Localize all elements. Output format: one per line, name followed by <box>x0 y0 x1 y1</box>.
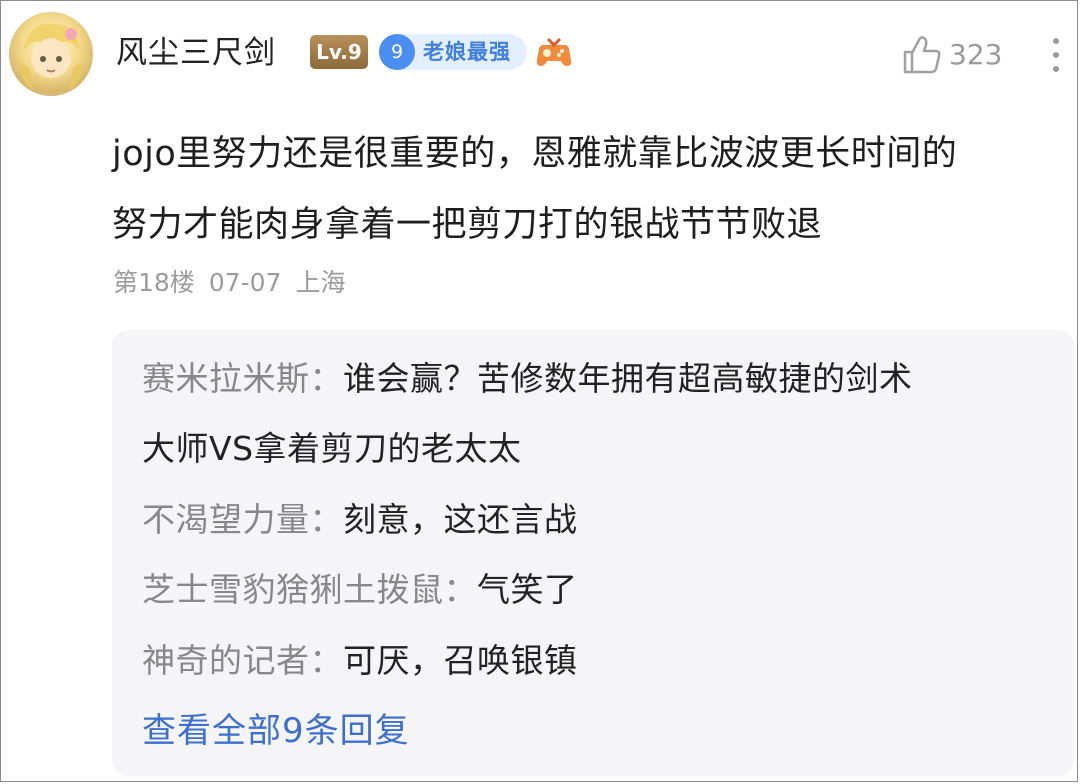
reply-list[interactable]: 赛米拉米斯：谁会赢？苦修数年拥有超高敏捷的剑术 大师VS拿着剪刀的老太太 不渴望… <box>112 330 1074 776</box>
floor-number: 第18楼 <box>113 268 195 297</box>
reply-item[interactable]: 神奇的记者：可厌，召唤银镇 <box>142 626 1062 696</box>
reply-text: 可厌，召唤银镇 <box>343 641 578 680</box>
view-all-replies-link[interactable]: 查看全部9条回复 <box>142 696 410 766</box>
level-badge: Lv.9 <box>310 35 368 69</box>
fan-badge[interactable]: 9 老娘最强 <box>379 34 527 70</box>
thumbs-up-icon[interactable] <box>901 34 943 76</box>
comment-card: 风尘三尺剑 Lv.9 9 老娘最强 323 jojo里努力还是很重要的，恩雅就靠… <box>0 0 1078 782</box>
fan-badge-name: 老娘最强 <box>423 40 511 64</box>
post-date: 07-07 <box>208 268 282 297</box>
comment-content[interactable]: jojo里努力还是很重要的，恩雅就靠比波波更长时间的 努力才能肉身拿着一把剪刀打… <box>112 119 1072 261</box>
reply-author[interactable]: 神奇的记者： <box>142 641 343 680</box>
ip-location: 上海 <box>295 268 346 297</box>
reply-author[interactable]: 赛米拉米斯： <box>142 359 343 398</box>
gamepad-icon <box>536 37 572 66</box>
comment-line: 努力才能肉身拿着一把剪刀打的银战节节败退 <box>112 205 823 245</box>
reply-text: 刻意，这还言战 <box>343 500 578 539</box>
comment-line: jojo里努力还是很重要的，恩雅就靠比波波更长时间的 <box>112 134 958 174</box>
like-count: 323 <box>949 38 1003 71</box>
avatar[interactable] <box>9 12 93 96</box>
comment-meta: 第18楼 07-07 上海 <box>113 263 359 303</box>
reply-text: 气笑了 <box>477 570 578 609</box>
username[interactable]: 风尘三尺剑 <box>116 31 276 75</box>
reply-item[interactable]: 赛米拉米斯：谁会赢？苦修数年拥有超高敏捷的剑术 大师VS拿着剪刀的老太太 <box>142 344 1062 484</box>
reply-author[interactable]: 不渴望力量： <box>142 500 343 539</box>
fan-badge-level: 9 <box>379 34 415 70</box>
reply-text: 谁会赢？苦修数年拥有超高敏捷的剑术 <box>343 359 913 398</box>
reply-item[interactable]: 不渴望力量：刻意，这还言战 <box>142 485 1062 555</box>
reply-author[interactable]: 芝士雪豹猞猁土拨鼠： <box>142 570 477 609</box>
avatar-image <box>19 23 83 90</box>
more-vertical-icon[interactable] <box>1049 35 1063 75</box>
reply-text: 大师VS拿着剪刀的老太太 <box>142 429 522 468</box>
reply-item[interactable]: 芝士雪豹猞猁土拨鼠：气笑了 <box>142 555 1062 625</box>
